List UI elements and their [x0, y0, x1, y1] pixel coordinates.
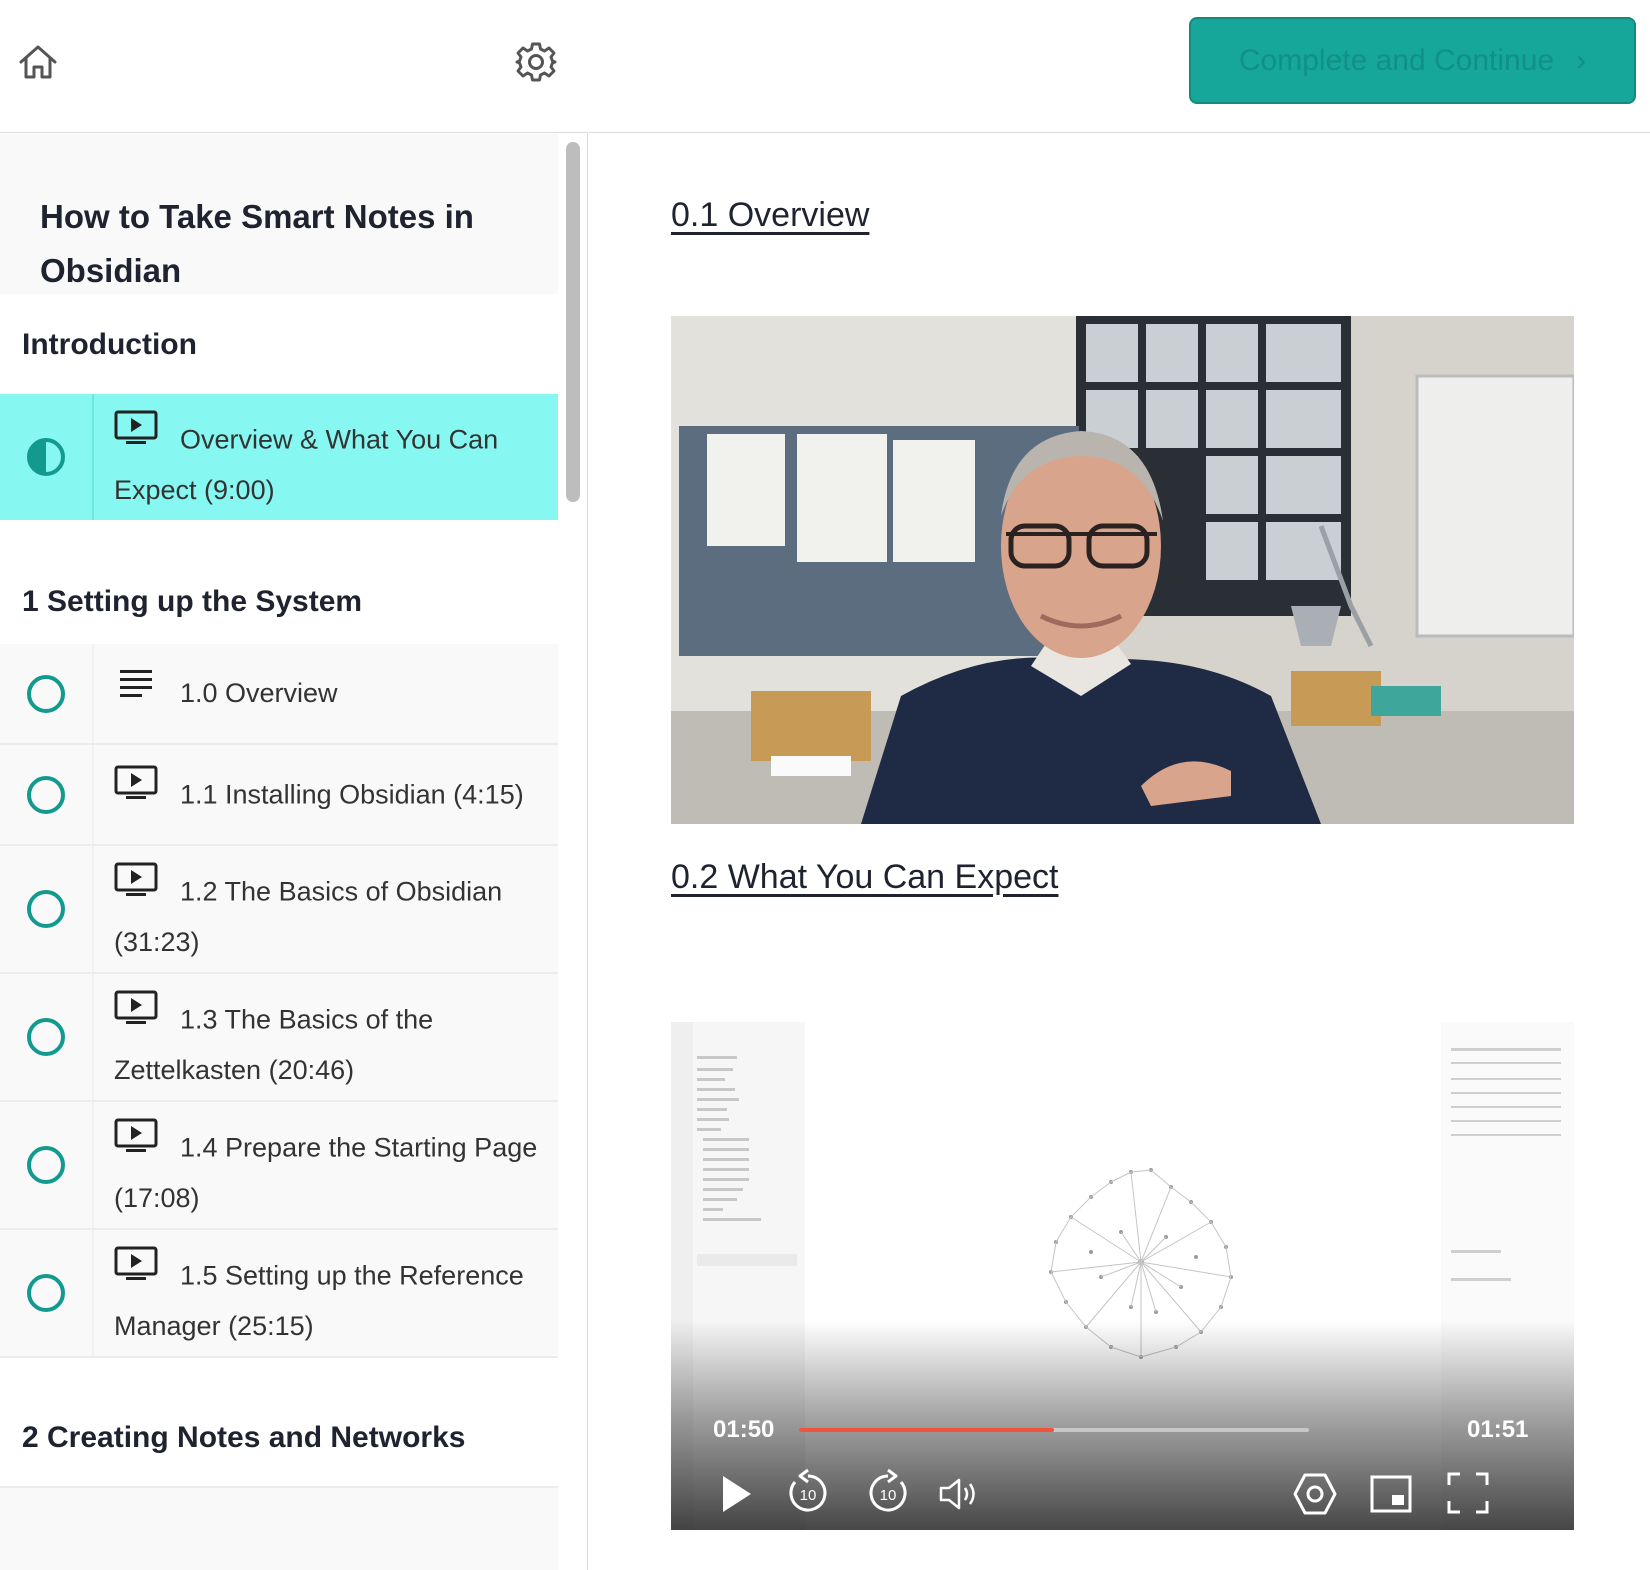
rewind-10-button[interactable]: 10 [785, 1468, 831, 1518]
lecture-heading-overview[interactable]: 0.1 Overview [671, 196, 869, 235]
volume-button[interactable] [937, 1472, 981, 1516]
picture-in-picture-button[interactable] [1369, 1472, 1413, 1516]
section-title: 2 Creating Notes and Networks [0, 1358, 558, 1488]
lecture-item-1-2[interactable]: 1.2 The Basics of Obsidian (31:23) [0, 846, 558, 974]
complete-and-continue-button[interactable]: Complete and Continue › [1189, 17, 1636, 104]
video-icon [114, 990, 158, 1041]
lecture-topbar: Complete and Continue › [589, 0, 1650, 133]
lecture-text: 1.4 Prepare the Starting Page (17:08) [94, 1102, 558, 1228]
lecture-label: 1.4 Prepare the Starting Page (17:08) [114, 1132, 538, 1213]
lecture-label: 1.0 Overview [180, 678, 338, 708]
home-button[interactable] [16, 40, 60, 84]
video-icon [114, 1246, 158, 1297]
section-title: Introduction [0, 294, 558, 394]
lecture-status [0, 745, 94, 844]
not-started-icon [27, 1018, 65, 1056]
settings-button[interactable] [512, 38, 560, 86]
lecture-text: 1.2 The Basics of Obsidian (31:23) [94, 846, 558, 972]
play-icon [723, 1476, 751, 1512]
lecture-item-1-1[interactable]: 1.1 Installing Obsidian (4:15) [0, 745, 558, 846]
lecture-item-1-5[interactable]: 1.5 Setting up the Reference Manager (25… [0, 1230, 558, 1358]
not-started-icon [27, 1274, 65, 1312]
settings-button-player[interactable] [1291, 1470, 1339, 1518]
video-player-what-you-can-expect[interactable]: 01:50 01:51 10 10 [671, 1022, 1574, 1530]
video-thumbnail [671, 316, 1574, 824]
fullscreen-button[interactable] [1445, 1470, 1491, 1516]
lecture-status [0, 974, 94, 1100]
video-icon [114, 410, 158, 461]
lecture-status [0, 1102, 94, 1228]
settings-hex-icon [1293, 1473, 1337, 1515]
lecture-text: 1.1 Installing Obsidian (4:15) [94, 745, 558, 844]
rewind-seconds: 10 [799, 1486, 817, 1504]
section-title: 1 Setting up the System [0, 520, 558, 644]
lecture-text: 1.3 The Basics of the Zettelkasten (20:4… [94, 974, 558, 1100]
video-controls: 01:50 01:51 10 10 [671, 1320, 1574, 1530]
progress-fill [799, 1428, 1054, 1432]
lecture-status [0, 1230, 94, 1356]
course-player: How to Take Smart Notes in Obsidian Intr… [0, 0, 1650, 1570]
forward-seconds: 10 [879, 1486, 897, 1504]
picture-in-picture-icon [1370, 1475, 1412, 1513]
lecture-text: 1.5 Setting up the Reference Manager (25… [94, 1230, 558, 1356]
lecture-label: 1.5 Setting up the Reference Manager (25… [114, 1260, 524, 1341]
lecture-item-1-3[interactable]: 1.3 The Basics of the Zettelkasten (20:4… [0, 974, 558, 1102]
current-time: 01:50 [713, 1416, 775, 1443]
not-started-icon [27, 1146, 65, 1184]
home-icon [19, 45, 57, 79]
section-creating-notes: 2 Creating Notes and Networks [0, 1358, 558, 1488]
lecture-status [0, 644, 94, 743]
lecture-label: 1.1 Installing Obsidian (4:15) [180, 779, 524, 810]
sidebar-header [0, 0, 588, 133]
video-player-overview[interactable] [671, 316, 1574, 824]
course-sidebar: How to Take Smart Notes in Obsidian Intr… [0, 0, 588, 1570]
lecture-heading-what-you-can-expect[interactable]: 0.2 What You Can Expect [671, 858, 1058, 897]
video-icon [114, 1118, 158, 1169]
text-lines-icon [114, 666, 158, 715]
not-started-icon [27, 674, 65, 713]
curriculum-list[interactable]: How to Take Smart Notes in Obsidian Intr… [0, 134, 558, 1570]
lecture-item-1-0[interactable]: 1.0 Overview [0, 644, 558, 745]
volume-icon [939, 1478, 975, 1510]
lecture-label: 1.3 The Basics of the Zettelkasten (20:4… [114, 1004, 434, 1085]
scrollbar-thumb[interactable] [566, 142, 580, 502]
lecture-item-1-4[interactable]: 1.4 Prepare the Starting Page (17:08) [0, 1102, 558, 1230]
lecture-content: 0.1 Overview 0.2 What You Can Expect 01:… [589, 134, 1650, 1570]
section-introduction: Introduction Overview & What You Can Exp… [0, 294, 558, 520]
remaining-time: 01:51 [1467, 1416, 1529, 1443]
sidebar-scrollbar[interactable] [563, 140, 581, 1570]
lecture-text: Overview & What You Can Expect (9:00) [94, 394, 558, 520]
lecture-text: 1.0 Overview [94, 644, 558, 743]
lecture-label: Overview & What You Can Expect (9:00) [114, 424, 499, 505]
not-started-icon [27, 890, 65, 928]
play-button[interactable] [711, 1470, 759, 1518]
fullscreen-icon [1447, 1472, 1489, 1514]
complete-button-label: Complete and Continue [1238, 43, 1555, 77]
lecture-status [0, 846, 94, 972]
section-setting-up: 1 Setting up the System 1.0 Overview 1.1… [0, 520, 558, 1358]
progress-bar[interactable] [799, 1428, 1309, 1432]
video-icon [114, 862, 158, 913]
chevron-right-icon: › [1576, 43, 1587, 77]
video-icon [114, 765, 158, 816]
gear-icon [515, 42, 557, 82]
course-title: How to Take Smart Notes in Obsidian [0, 134, 558, 294]
lecture-item-overview[interactable]: Overview & What You Can Expect (9:00) [0, 394, 558, 520]
lecture-label: 1.2 The Basics of Obsidian (31:23) [114, 876, 503, 957]
forward-10-button[interactable]: 10 [865, 1468, 911, 1518]
lecture-status [0, 394, 94, 520]
not-started-icon [27, 775, 65, 814]
half-complete-icon [27, 438, 65, 476]
